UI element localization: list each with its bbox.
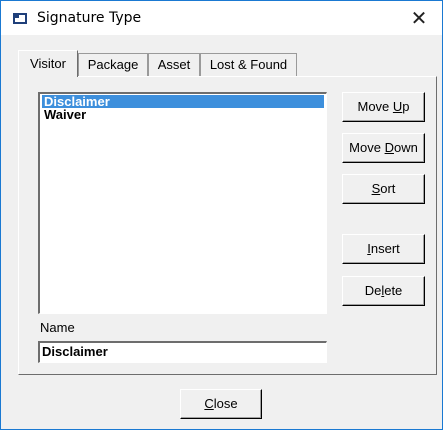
tab-visitor[interactable]: Visitor — [18, 50, 78, 77]
move-down-button[interactable]: Move Down — [342, 133, 425, 163]
signature-type-list[interactable]: Disclaimer Waiver — [38, 92, 327, 314]
tab-lost-and-found[interactable]: Lost & Found — [200, 53, 297, 76]
title-bar[interactable]: Signature Type ✕ — [1, 1, 442, 36]
move-up-button[interactable]: Move Up — [342, 92, 425, 122]
tab-package[interactable]: Package — [78, 53, 148, 76]
window-title: Signature Type — [37, 10, 142, 26]
list-item[interactable]: Waiver — [42, 108, 324, 121]
dialog-window: Signature Type ✕ Visitor Package Asset L… — [0, 0, 443, 430]
sort-button[interactable]: Sort — [342, 174, 425, 204]
app-icon — [13, 13, 27, 24]
delete-button[interactable]: Delete — [342, 276, 425, 306]
name-field[interactable]: Disclaimer — [38, 341, 327, 363]
insert-button[interactable]: Insert — [342, 234, 425, 264]
close-window-icon[interactable]: ✕ — [396, 1, 442, 35]
name-label: Name — [40, 320, 75, 335]
close-button[interactable]: Close — [180, 389, 262, 419]
tab-asset[interactable]: Asset — [148, 53, 200, 76]
